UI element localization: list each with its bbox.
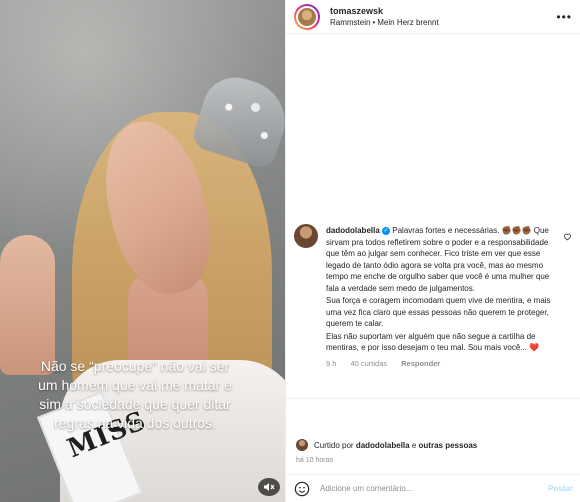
likes-avatar (296, 439, 308, 451)
comment-likes[interactable]: 40 curtidas (350, 358, 387, 370)
comment-box: Postar (286, 474, 580, 502)
post-header: tomaszewsk Rammstein • Mein Herz brennt … (286, 0, 580, 34)
likes-conjunction: e (411, 440, 417, 450)
post-sidebar: tomaszewsk Rammstein • Mein Herz brennt … (285, 0, 580, 502)
emoji-smile-icon[interactable] (294, 481, 310, 497)
comment-text-1: Palavras fortes e necessárias. ✊🏾✊🏾✊🏾 Qu… (326, 226, 550, 293)
comment-end-emoji: ❤️ (529, 343, 540, 352)
more-horizontal-icon[interactable]: ••• (552, 10, 572, 24)
author-username[interactable]: tomaszewsk (330, 5, 552, 17)
audio-info[interactable]: Rammstein • Mein Herz brennt (330, 17, 552, 29)
post-actions: Curtido por dadodolabella e outras pesso… (286, 398, 580, 451)
comment-meta: 9 h 40 curtidas Responder (326, 358, 562, 370)
reply-button[interactable]: Responder (401, 358, 440, 370)
likes-others[interactable]: outras pessoas (419, 441, 478, 450)
comment: dadodolabella ✓ Palavras fortes e necess… (294, 224, 576, 369)
heart-outline-icon[interactable] (563, 232, 572, 243)
post-comment-button[interactable]: Postar (548, 484, 573, 493)
likes-summary[interactable]: Curtido por dadodolabella e outras pesso… (296, 439, 477, 451)
verified-badge-icon: ✓ (382, 226, 391, 235)
comment-time: 9 h (326, 358, 337, 368)
hand-shape (0, 235, 55, 375)
likes-prefix: Curtido por (314, 440, 354, 450)
commenter-avatar[interactable] (294, 224, 318, 248)
video-caption: Não se “preocupe” não vai ser um homem q… (38, 358, 232, 431)
post-time: há 10 horas (296, 457, 333, 464)
commenter-username[interactable]: dadodolabella (326, 226, 380, 235)
comment-text-3: Elas não suportam ver alguém que não seg… (326, 331, 536, 353)
audio-track[interactable]: Mein Herz brennt (377, 17, 438, 29)
comment-input[interactable] (320, 484, 549, 493)
speaker-muted-icon[interactable] (258, 478, 280, 496)
comment-text-2: Sua força e coragem incomodam quem vive … (326, 296, 551, 328)
post-media[interactable]: MISS Não se “preocupe” não vai ser um ho… (0, 0, 285, 502)
likes-user[interactable]: dadodolabella (356, 441, 410, 450)
audio-artist[interactable]: Rammstein (330, 17, 370, 29)
audio-separator: • (372, 17, 376, 27)
author-avatar[interactable] (294, 3, 320, 30)
